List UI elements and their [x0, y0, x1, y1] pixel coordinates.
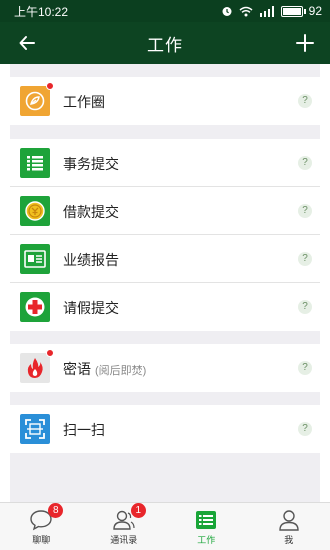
- report-card-icon: [20, 244, 50, 274]
- list-item-report[interactable]: 业绩报告 ?: [10, 235, 320, 283]
- scan-icon: [20, 414, 50, 444]
- list-icon: [20, 148, 50, 178]
- work-circle-label: 工作圈: [63, 94, 105, 110]
- contacts-icon: 1: [112, 503, 146, 531]
- work-list: 工作圈 ? 事务提交 ? 借款提交 ? 业绩报告 ? 请假提交 ? 密语 (阅后…: [10, 64, 320, 502]
- leave-label: 请假提交: [63, 300, 119, 316]
- tab-chat[interactable]: 8 聊聊: [0, 503, 83, 550]
- battery-level: 92: [308, 4, 322, 18]
- status-time: 上午10:22: [14, 4, 69, 19]
- chat-bubble-icon: 8: [29, 503, 64, 531]
- bottom-tab-bar: 8 聊聊 1 通讯录 工作 我: [0, 502, 330, 550]
- help-icon[interactable]: ?: [298, 422, 312, 436]
- report-label: 业绩报告: [63, 252, 119, 268]
- list-item-secret[interactable]: 密语 (阅后即焚) ?: [10, 344, 320, 392]
- list-item-affairs[interactable]: 事务提交 ?: [10, 139, 320, 187]
- coin-icon: [20, 196, 50, 226]
- battery-icon: [280, 5, 306, 17]
- status-bar: 上午10:22 92: [0, 0, 330, 22]
- list-item-loan[interactable]: 借款提交 ?: [10, 187, 320, 235]
- contacts-badge: 1: [130, 503, 146, 518]
- work-list-icon: [194, 509, 218, 531]
- list-item-scan[interactable]: 扫一扫 ?: [10, 405, 320, 453]
- list-item-leave[interactable]: 请假提交 ?: [10, 283, 320, 331]
- tab-me-label: 我: [284, 535, 294, 545]
- tab-chat-label: 聊聊: [32, 535, 51, 545]
- wifi-icon: [239, 6, 253, 16]
- work-circle-icon: [20, 82, 54, 116]
- title-bar: 工作: [0, 22, 330, 64]
- signal-icon: [259, 5, 274, 17]
- help-icon[interactable]: ?: [298, 361, 312, 375]
- leaf-circle-icon: [25, 91, 45, 111]
- scan-label: 扫一扫: [63, 422, 105, 438]
- back-button[interactable]: [14, 30, 40, 56]
- tab-contacts-label: 通讯录: [110, 535, 138, 545]
- medical-cross-icon: [20, 292, 50, 322]
- tab-work[interactable]: 工作: [165, 503, 248, 550]
- person-icon: [277, 509, 301, 531]
- back-arrow-icon: [19, 36, 35, 50]
- chat-badge: 8: [48, 503, 64, 518]
- section-circle: 工作圈 ?: [10, 77, 320, 125]
- alarm-icon: [222, 7, 232, 16]
- affairs-label: 事务提交: [63, 156, 119, 172]
- secret-subtitle: (阅后即焚): [95, 365, 147, 377]
- help-icon[interactable]: ?: [298, 204, 312, 218]
- plus-icon: [296, 34, 314, 52]
- add-button[interactable]: [292, 30, 318, 56]
- section-scan: 扫一扫 ?: [10, 405, 320, 453]
- help-icon[interactable]: ?: [298, 94, 312, 108]
- notification-dot: [46, 82, 54, 90]
- section-forms: 事务提交 ? 借款提交 ? 业绩报告 ? 请假提交 ?: [10, 139, 320, 331]
- status-indicators: 92: [221, 4, 322, 18]
- help-icon[interactable]: ?: [298, 252, 312, 266]
- secret-title: 密语: [63, 361, 91, 377]
- secret-label: 密语 (阅后即焚): [63, 359, 146, 379]
- notification-dot: [46, 349, 54, 357]
- list-item-work-circle[interactable]: 工作圈 ?: [10, 77, 320, 125]
- tab-contacts[interactable]: 1 通讯录: [83, 503, 166, 550]
- section-secret: 密语 (阅后即焚) ?: [10, 344, 320, 392]
- help-icon[interactable]: ?: [298, 156, 312, 170]
- battery-fill: [282, 7, 302, 15]
- page-title: 工作: [147, 35, 183, 55]
- tab-me[interactable]: 我: [248, 503, 330, 550]
- tab-work-label: 工作: [197, 535, 216, 545]
- flame-icon: [20, 349, 54, 383]
- loan-label: 借款提交: [63, 204, 119, 220]
- help-icon[interactable]: ?: [298, 300, 312, 314]
